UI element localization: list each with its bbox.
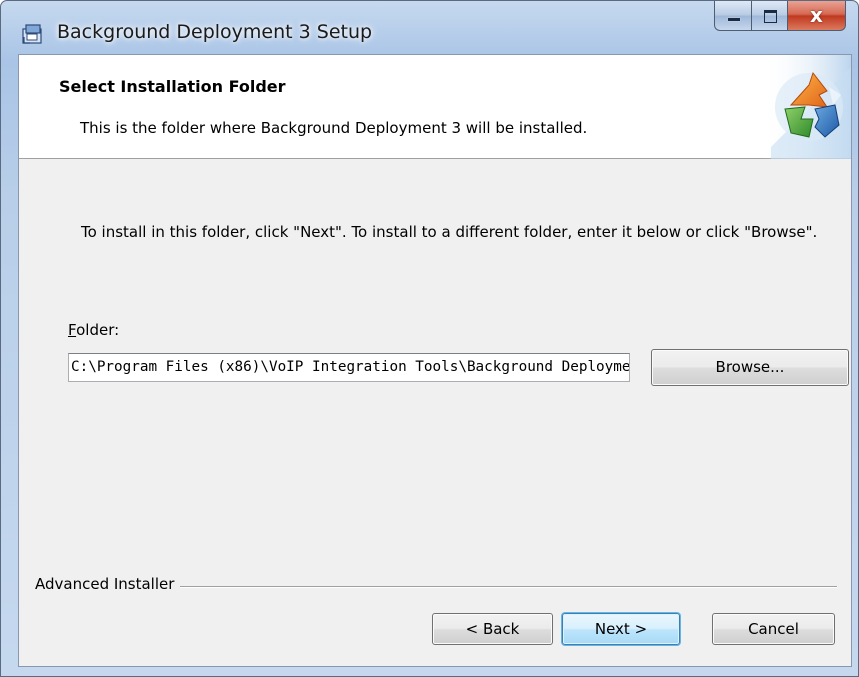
header-banner: Select Installation Folder This is the f… — [19, 55, 851, 159]
maximize-button[interactable] — [752, 1, 788, 31]
window-title: Background Deployment 3 Setup — [57, 21, 373, 43]
browse-button[interactable]: Browse... — [651, 349, 849, 386]
back-button[interactable]: < Back — [432, 613, 553, 645]
folder-label: Folder: — [68, 321, 119, 339]
next-button[interactable]: Next > — [562, 613, 680, 645]
minimize-icon — [728, 18, 740, 21]
puzzle-arrows-logo — [761, 55, 851, 159]
setup-window: Background Deployment 3 Setup x Select I… — [0, 0, 859, 677]
folder-path-input[interactable]: C:\Program Files (x86)\VoIP Integration … — [68, 353, 630, 382]
installer-icon — [22, 24, 42, 44]
folder-label-text: older: — [76, 321, 120, 339]
minimize-button[interactable] — [714, 1, 752, 31]
caption-buttons: x — [714, 1, 846, 31]
instructions-text: To install in this folder, click "Next".… — [81, 223, 818, 241]
page-title: Select Installation Folder — [59, 77, 286, 96]
page-subtitle: This is the folder where Background Depl… — [80, 119, 588, 137]
branding-separator: Advanced Installer — [19, 575, 851, 595]
folder-label-mnemonic: F — [68, 321, 77, 339]
title-bar[interactable]: Background Deployment 3 Setup x — [1, 1, 858, 51]
maximize-icon — [764, 10, 777, 23]
close-button[interactable]: x — [788, 1, 846, 31]
dialog-client-area: Select Installation Folder This is the f… — [18, 54, 852, 667]
cancel-button[interactable]: Cancel — [712, 613, 835, 645]
close-icon: x — [810, 3, 823, 27]
branding-label: Advanced Installer — [35, 575, 181, 593]
